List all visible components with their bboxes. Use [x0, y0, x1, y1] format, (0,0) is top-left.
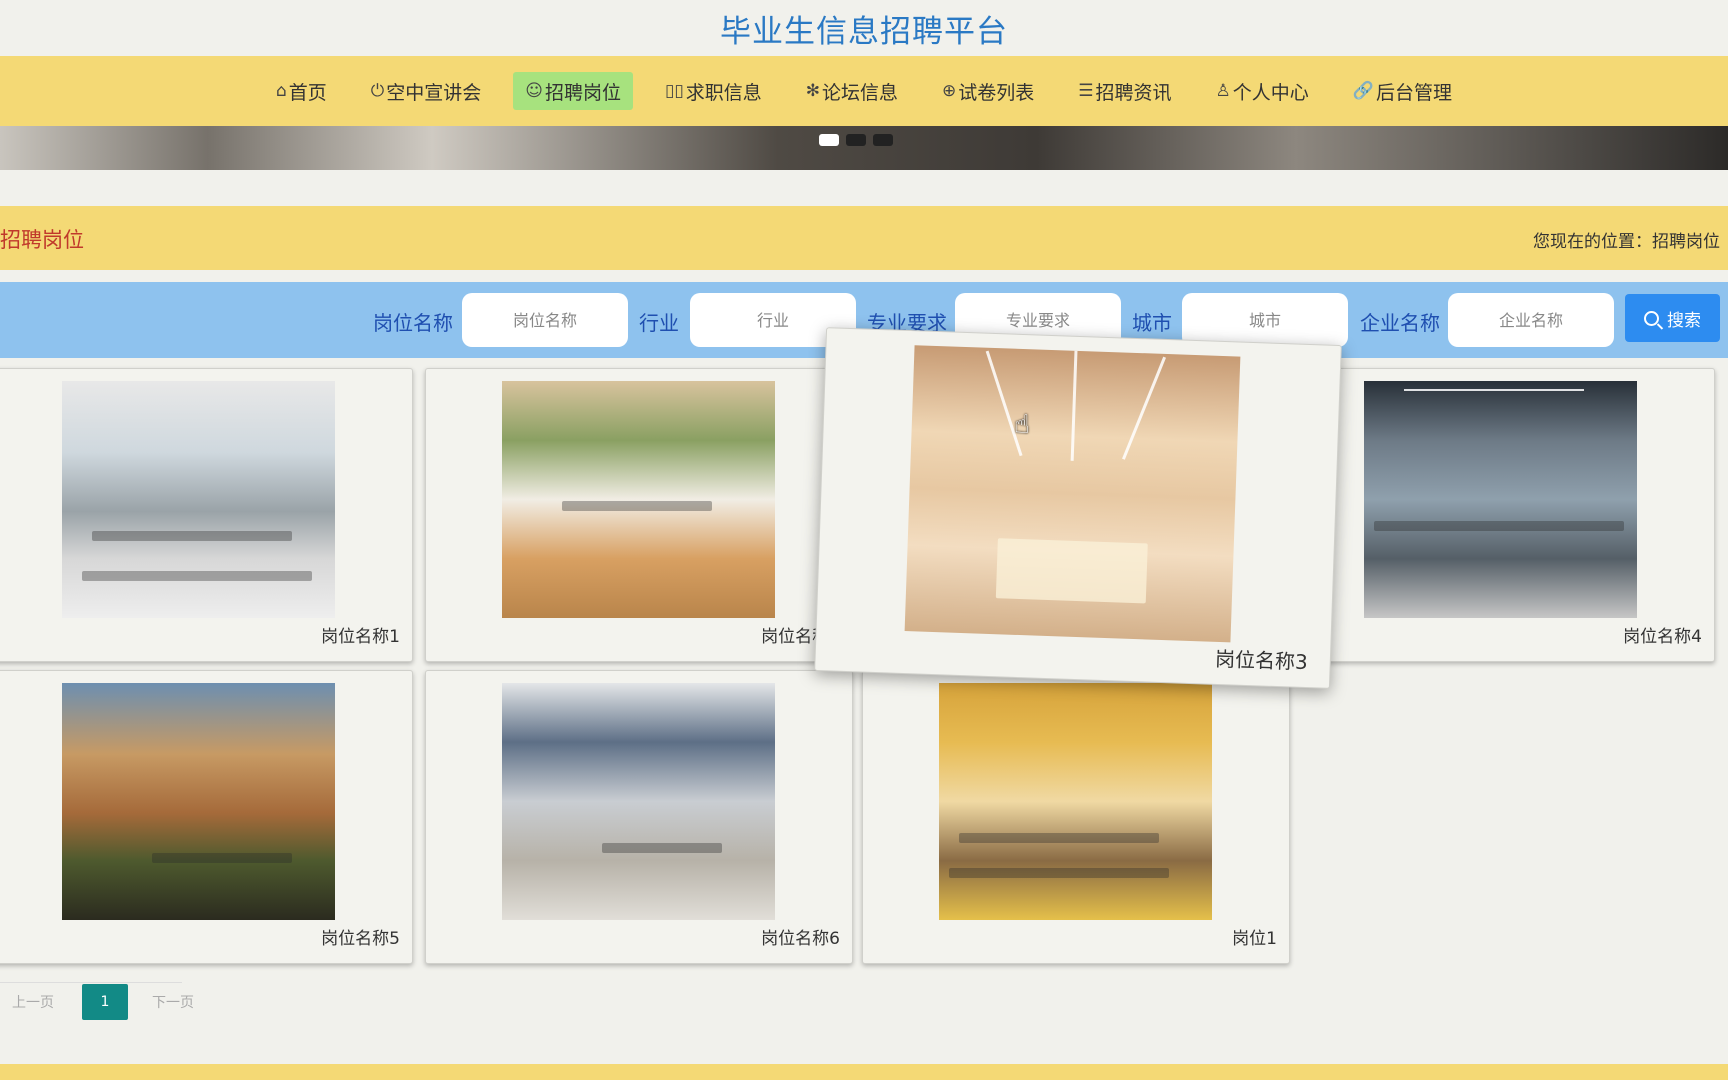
nav-item-news[interactable]: ☰ 招聘资讯 — [1066, 72, 1183, 110]
home-icon: ⌂ — [275, 81, 287, 101]
nav-item-label: 论坛信息 — [822, 81, 899, 104]
hand-cursor-icon: ☝ — [1014, 410, 1030, 440]
job-name: 岗位名称5 — [321, 929, 400, 949]
job-name-label: 岗位名称 — [373, 311, 453, 335]
nav-item-label: 招聘岗位 — [545, 81, 622, 104]
job-name: 岗位名称3 — [1214, 646, 1309, 675]
company-name-label: 企业名称 — [1360, 311, 1440, 335]
nav-item-job-seeking[interactable]: ▯▯ 求职信息 — [653, 72, 774, 110]
search-icon — [1644, 310, 1659, 326]
job-card[interactable]: 岗位1 — [862, 670, 1290, 964]
power-icon: ⏻ — [370, 81, 385, 101]
nav-item-personal-center[interactable]: ♙ 个人中心 — [1204, 72, 1321, 110]
city-input[interactable] — [1182, 293, 1348, 347]
carousel-dots — [819, 134, 893, 146]
carousel-dot[interactable] — [873, 134, 893, 146]
office-photo-icon — [1364, 381, 1637, 618]
nav-item-label: 后台管理 — [1375, 81, 1452, 104]
banner-carousel — [0, 126, 1728, 170]
search-button[interactable]: 搜索 — [1625, 294, 1720, 342]
main-nav: ⌂ 首页 ⏻ 空中宣讲会 ☺ 招聘岗位 ▯▯ 求职信息 ✻ 论坛信息 ⊕ 试卷列… — [0, 56, 1728, 126]
nav-item-job-posts[interactable]: ☺ 招聘岗位 — [513, 72, 634, 110]
job-card[interactable]: 岗位名称5 — [0, 670, 413, 964]
job-name: 岗位名称4 — [1623, 627, 1702, 647]
next-page-link[interactable]: 下一页 — [140, 992, 206, 1012]
office-photo-icon — [502, 381, 775, 618]
page-number-current[interactable]: 1 — [82, 984, 128, 1020]
job-card[interactable]: 岗位名称6 — [425, 670, 853, 964]
job-card[interactable]: 岗位名称4 — [1287, 368, 1715, 662]
office-photo-icon — [502, 683, 775, 920]
nav-item-forum[interactable]: ✻ 论坛信息 — [794, 72, 910, 110]
job-card-hovered[interactable]: 岗位名称3 — [814, 327, 1342, 689]
job-name: 岗位名称6 — [761, 929, 840, 949]
carousel-dot[interactable] — [819, 134, 839, 146]
link-icon: 🔗 — [1352, 81, 1374, 101]
site-title: 毕业生信息招聘平台 — [720, 13, 1008, 50]
city-label: 城市 — [1132, 311, 1172, 335]
section-header: 招聘岗位 您现在的位置：招聘岗位 — [0, 206, 1728, 270]
meeting-room-photo-icon — [904, 345, 1241, 643]
section-title: 招聘岗位 — [0, 228, 84, 252]
job-card[interactable]: 岗位名称2 — [425, 368, 853, 662]
job-name: 岗位1 — [1232, 929, 1277, 949]
office-photo-icon — [939, 683, 1212, 920]
company-name-input[interactable] — [1448, 293, 1614, 347]
nav-item-air-presentation[interactable]: ⏻ 空中宣讲会 — [359, 72, 493, 110]
nav-item-home[interactable]: ⌂ 首页 — [264, 72, 339, 110]
prev-page-link[interactable]: 上一页 — [0, 992, 66, 1012]
pagination: 上一页 1 下一页 — [0, 984, 206, 1020]
nav-item-label: 首页 — [288, 81, 327, 104]
search-button-label: 搜索 — [1667, 310, 1701, 331]
job-name-input[interactable] — [462, 293, 628, 347]
job-card[interactable]: 岗位名称1 — [0, 368, 413, 662]
job-name: 岗位名称1 — [321, 627, 400, 647]
columns-icon: ▯▯ — [665, 81, 684, 101]
nav-item-label: 试卷列表 — [958, 81, 1035, 104]
office-photo-icon — [62, 381, 335, 618]
breadcrumb: 您现在的位置：招聘岗位 — [1533, 232, 1720, 252]
smile-icon: ☺ — [525, 81, 543, 101]
nav-item-admin[interactable]: 🔗 后台管理 — [1341, 72, 1464, 110]
sliders-icon: ☰ — [1078, 81, 1094, 101]
restaurant-photo-icon — [62, 683, 335, 920]
nav-item-label: 个人中心 — [1232, 81, 1309, 104]
globe-icon: ⊕ — [942, 81, 957, 101]
nav-item-label: 空中宣讲会 — [386, 81, 482, 104]
carousel-dot[interactable] — [846, 134, 866, 146]
asterisk-icon: ✻ — [805, 81, 820, 101]
site-header: 毕业生信息招聘平台 — [0, 0, 1728, 56]
user-icon: ♙ — [1215, 81, 1231, 101]
footer-strip — [0, 1064, 1728, 1080]
nav-item-label: 求职信息 — [685, 81, 762, 104]
pagination-divider — [0, 982, 182, 983]
nav-item-exam-list[interactable]: ⊕ 试卷列表 — [930, 72, 1046, 110]
industry-label: 行业 — [639, 311, 679, 335]
nav-item-label: 招聘资讯 — [1095, 81, 1172, 104]
